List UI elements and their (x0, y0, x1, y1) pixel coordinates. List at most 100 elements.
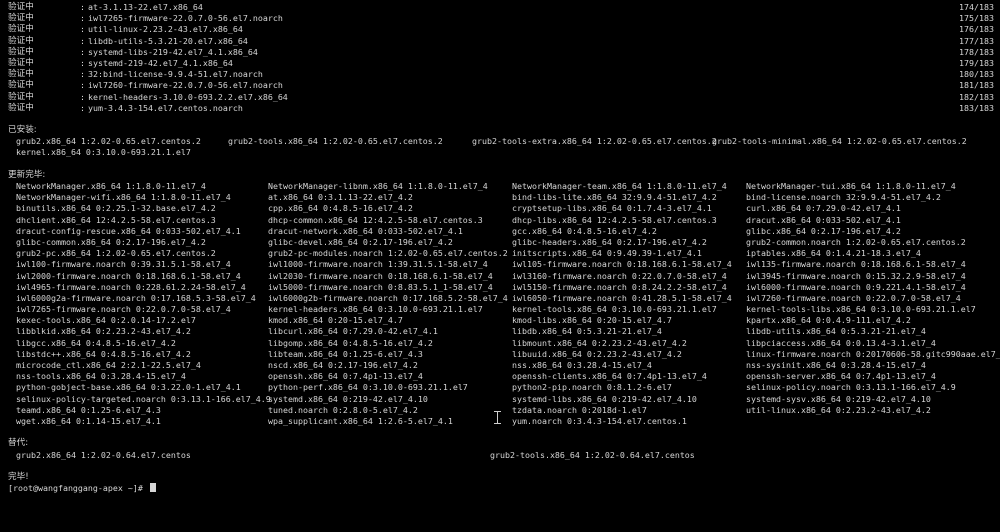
package-name: dhcp-libs.x86_64 12:4.2.5-58.el7.centos.… (512, 214, 717, 225)
verify-row-counter: 174/183 (959, 2, 994, 12)
replaced-rows: grub2.x86_64 1:2.02-0.64.el7.centos grub2… (0, 450, 1000, 461)
verify-row-separator: : (80, 35, 85, 46)
package-name: iptables.x86_64 0:1.4.21-18.3.el7_4 (746, 248, 921, 259)
package-name: bind-libs-lite.x86_64 32:9.9.4-51.el7_4.… (512, 192, 717, 203)
package-name: NetworkManager-libnm.x86_64 1:1.8.0-11.e… (268, 181, 488, 191)
package-row: iwl4965-firmware.noarch 0:228.61.2.24-58… (0, 282, 1000, 293)
package-name: grub2-tools-minimal.x86_64 1:2.02-0.65.e… (712, 136, 967, 147)
package-name: iwl2000-firmware.noarch 0:18.168.6.1-58.… (16, 270, 241, 281)
package-name: grub2.x86_64 1:2.02-0.65.el7.centos.2 (16, 136, 201, 147)
verify-row: 验证中: libdb-utils-5.3.21-20.el7.x86_64 177/… (0, 36, 1000, 47)
package-name: grub2.x86_64 1:2.02-0.64.el7.centos (16, 449, 191, 460)
package-name: iwl7260-firmware.noarch 0:22.0.7.0-58.el… (746, 292, 961, 303)
package-name: selinux-policy.noarch 0:3.13.1-166.el7_4… (746, 382, 956, 393)
verify-row-separator: : (80, 57, 85, 68)
package-name: libgomp.x86_64 0:4.8.5-16.el7_4.2 (268, 337, 433, 348)
package-row: NetworkManager.x86_64 1:1.8.0-11.el7_4 Ne… (0, 181, 1000, 192)
package-name: openssh-clients.x86_64 0:7.4p1-13.el7_4 (512, 371, 707, 382)
package-name: iwl100-firmware.noarch 0:39.31.5.1-58.el… (16, 259, 231, 270)
package-name: kmod-libs.x86_64 0:20-15.el7_4.7 (512, 315, 672, 326)
package-name: grub2-pc.x86_64 1:2.02-0.65.el7.centos.2 (16, 248, 216, 259)
package-name: initscripts.x86_64 0:9.49.39-1.el7_4.1 (512, 248, 702, 259)
verify-row-counter: 182/183 (959, 91, 994, 102)
verify-row-counter: 180/183 (959, 69, 994, 80)
installed-rows: grub2.x86_64 1:2.02-0.65.el7.centos.2 gru… (0, 136, 1000, 158)
verify-row-label: 验证中 (8, 69, 34, 80)
package-name: dhcp-common.x86_64 12:4.2.5-58.el7.cento… (268, 214, 483, 225)
verify-row: 验证中: kernel-headers-3.10.0-693.2.2.el7.x8… (0, 92, 1000, 103)
verify-row-label: 验证中 (8, 91, 34, 102)
package-name: NetworkManager.x86_64 1:1.8.0-11.el7_4 (16, 181, 206, 191)
package-name: python-gobject-base.x86_64 0:3.22.0-1.el… (16, 382, 241, 393)
package-name: libteam.x86_64 0:1.25-6.el7_4.3 (268, 348, 423, 359)
verify-row-counter: 175/183 (959, 13, 994, 24)
package-name: iwl3160-firmware.noarch 0:22.0.7.0-58.el… (512, 270, 727, 281)
verify-row-counter: 179/183 (959, 57, 994, 68)
package-row: binutils.x86_64 0:2.25.1-32.base.el7_4.2… (0, 203, 1000, 214)
package-name: wpa_supplicant.x86_64 1:2.6-5.el7_4.1 (268, 415, 453, 426)
package-name: kexec-tools.x86_64 0:2.0.14-17.2.el7 (16, 315, 196, 326)
package-name: dracut.x86_64 0:033-502.el7_4.1 (746, 214, 901, 225)
package-row: grub2.x86_64 1:2.02-0.65.el7.centos.2 gru… (0, 136, 1000, 147)
package-name: dracut-network.x86_64 0:033-502.el7_4.1 (268, 225, 463, 236)
verify-row-package: systemd-libs-219-42.el7_4.1.x86_64 (88, 46, 258, 57)
verify-row-package: util-linux-2.23.2-43.el7.x86_64 (88, 24, 243, 35)
package-row: glibc-common.x86_64 0:2.17-196.el7_4.2 gl… (0, 237, 1000, 248)
package-row: dhclient.x86_64 12:4.2.5-58.el7.centos.3… (0, 215, 1000, 226)
package-row: kexec-tools.x86_64 0:2.0.14-17.2.el7 kmod… (0, 315, 1000, 326)
verify-row-counter: 176/183 (959, 24, 994, 35)
package-name: iwl1000-firmware.noarch 1:39.31.5.1-58.e… (268, 259, 488, 270)
package-row: iwl100-firmware.noarch 0:39.31.5.1-58.el… (0, 259, 1000, 270)
terminal-screen: 验证中: at-3.1.13-22.el7.x86_64 174/183 验证中: iw… (0, 2, 1000, 494)
package-name: systemd-sysv.x86_64 0:219-42.el7_4.10 (746, 393, 931, 404)
package-name: libstdc++.x86_64 0:4.8.5-16.el7_4.2 (16, 348, 191, 359)
verify-row-package: 32:bind-license-9.9.4-51.el7.noarch (88, 69, 263, 80)
package-row: iwl7265-firmware.noarch 0:22.0.7.0-58.el… (0, 304, 1000, 315)
package-name: selinux-policy-targeted.noarch 0:3.13.1-… (16, 393, 271, 404)
verify-row-package: kernel-headers-3.10.0-693.2.2.el7.x86_64 (88, 91, 288, 102)
package-name: iwl105-firmware.noarch 0:18.168.6.1-58.e… (512, 259, 732, 270)
package-name: nss.x86_64 0:3.28.4-15.el7_4 (512, 360, 652, 370)
verify-row-separator: : (80, 91, 85, 102)
package-name: util-linux.x86_64 0:2.23.2-43.el7_4.2 (746, 404, 931, 415)
package-row: libstdc++.x86_64 0:4.8.5-16.el7_4.2 libte… (0, 349, 1000, 360)
package-name: grub2-tools.x86_64 1:2.02-0.64.el7.cento… (490, 449, 695, 460)
package-name: bind-license.noarch 32:9.9.4-51.el7_4.2 (746, 192, 941, 203)
verify-row-counter: 183/183 (959, 102, 994, 113)
verify-row-separator: : (80, 80, 85, 91)
shell-prompt-line[interactable]: [root@wangfanggang-apex ~]# (0, 483, 1000, 494)
package-name: kmod.x86_64 0:20-15.el7_4.7 (268, 315, 403, 326)
updated-heading: 更新完毕: (8, 169, 46, 180)
package-name: linux-firmware.noarch 0:20170606-58.gitc… (746, 348, 1000, 359)
package-name: binutils.x86_64 0:2.25.1-32.base.el7_4.2 (16, 203, 216, 214)
package-row: libblkid.x86_64 0:2.23.2-43.el7_4.2 libcu… (0, 326, 1000, 337)
package-row: iwl2000-firmware.noarch 0:18.168.6.1-58.… (0, 271, 1000, 282)
package-name: iwl135-firmware.noarch 0:18.168.6.1-58.e… (746, 259, 966, 270)
package-name: libmount.x86_64 0:2.23.2-43.el7_4.2 (512, 337, 687, 348)
verify-row-label: 验证中 (8, 24, 34, 35)
package-name: kpartx.x86_64 0:0.4.9-111.el7_4.2 (746, 315, 911, 326)
package-row: nss-tools.x86_64 0:3.28.4-15.el7_4 openss… (0, 371, 1000, 382)
verify-row-counter: 177/183 (959, 35, 994, 46)
package-row: teamd.x86_64 0:1.25-6.el7_4.3 tuned.noarc… (0, 405, 1000, 416)
package-name: grub2-pc-modules.noarch 1:2.02-0.65.el7.… (268, 248, 508, 259)
verify-row-separator: : (80, 24, 85, 35)
installed-heading: 已安装: (8, 125, 37, 136)
package-row: NetworkManager-wifi.x86_64 1:1.8.0-11.el… (0, 192, 1000, 203)
package-row: grub2.x86_64 1:2.02-0.64.el7.centos grub2… (0, 450, 1000, 461)
terminal-window[interactable]: 验证中: at-3.1.13-22.el7.x86_64 174/183 验证中: iw… (0, 0, 1000, 532)
text-cursor (149, 483, 156, 493)
package-name: at.x86_64 0:3.1.13-22.el7_4.2 (268, 192, 413, 203)
package-name: iwl6000-firmware.noarch 0:9.221.4.1-58.e… (746, 281, 966, 292)
verify-row-package: libdb-utils-5.3.21-20.el7.x86_64 (88, 35, 248, 46)
package-row: libgcc.x86_64 0:4.8.5-16.el7_4.2 libgomp.… (0, 338, 1000, 349)
package-row: microcode_ctl.x86_64 2:2.1-22.5.el7_4 nsc… (0, 360, 1000, 371)
verify-row-separator: : (80, 2, 85, 12)
package-name: glibc.x86_64 0:2.17-196.el7_4.2 (746, 225, 901, 236)
package-name: tzdata.noarch 0:2018d-1.el7 (512, 404, 647, 415)
package-name: grub2-tools-extra.x86_64 1:2.02-0.65.el7… (472, 136, 717, 147)
package-name: iwl6000g2b-firmware.noarch 0:17.168.5.2-… (268, 292, 508, 303)
